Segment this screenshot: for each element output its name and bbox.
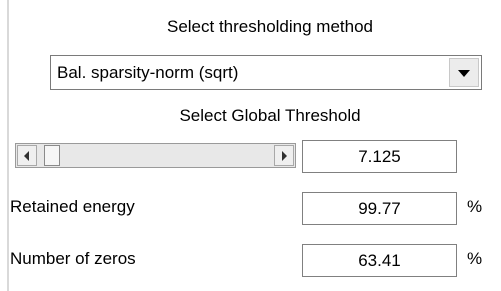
slider-thumb[interactable] <box>43 145 60 166</box>
retained-energy-field[interactable]: 99.77 <box>302 192 457 225</box>
arrow-right-icon[interactable] <box>274 145 294 166</box>
number-of-zeros-unit: % <box>467 249 483 268</box>
chevron-down-icon[interactable] <box>449 58 479 87</box>
number-of-zeros-label: Number of zeros <box>10 249 136 268</box>
threshold-value-field[interactable]: 7.125 <box>302 140 457 173</box>
threshold-slider[interactable] <box>15 143 296 168</box>
retained-energy-unit: % <box>467 197 483 216</box>
threshold-heading: Select Global Threshold <box>179 106 361 125</box>
method-heading: Select thresholding method <box>166 17 374 36</box>
panel-left-border <box>7 0 9 291</box>
method-dropdown[interactable]: Bal. sparsity-norm (sqrt) <box>50 55 482 90</box>
retained-energy-label: Retained energy <box>10 197 135 216</box>
method-dropdown-value: Bal. sparsity-norm (sqrt) <box>57 63 239 82</box>
arrow-left-icon[interactable] <box>17 145 37 166</box>
number-of-zeros-field[interactable]: 63.41 <box>302 244 457 277</box>
